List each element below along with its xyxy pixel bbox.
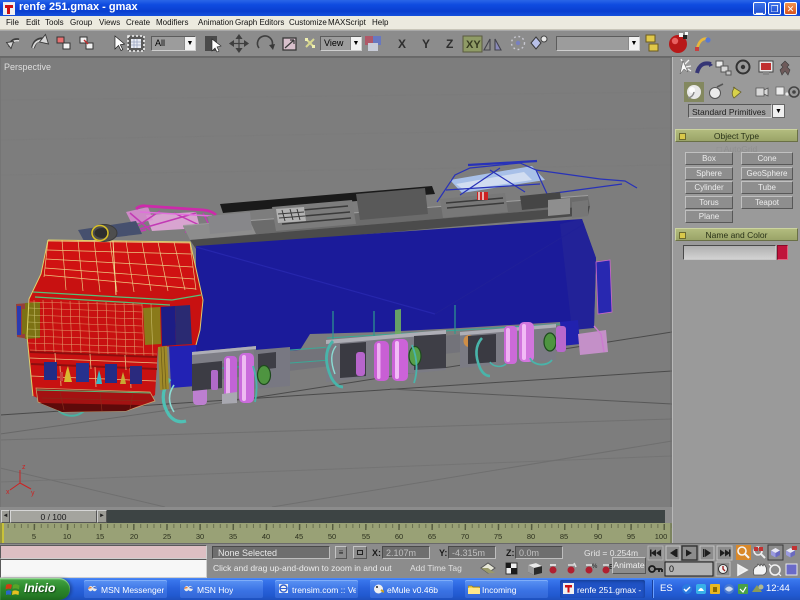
- svg-text:y: y: [31, 490, 35, 497]
- svg-text:25: 25: [163, 532, 171, 541]
- svg-text:Y: Y: [422, 37, 430, 51]
- svg-text:75: 75: [494, 532, 502, 541]
- svg-text:z: z: [22, 464, 26, 471]
- svg-text:Perspective: Perspective: [4, 62, 51, 72]
- svg-text:XY: XY: [466, 39, 481, 51]
- svg-text:5: 5: [32, 532, 36, 541]
- svg-text:0: 0: [669, 564, 674, 574]
- svg-text:E: E: [609, 564, 612, 571]
- svg-text:Z: Z: [446, 37, 453, 51]
- svg-text:40: 40: [262, 532, 270, 541]
- svg-text:80: 80: [527, 532, 535, 541]
- svg-text:15: 15: [96, 532, 104, 541]
- svg-text:50: 50: [328, 532, 336, 541]
- svg-text:30: 30: [196, 532, 204, 541]
- svg-text:X: X: [398, 37, 406, 51]
- svg-text:100: 100: [655, 532, 668, 541]
- svg-text:90: 90: [594, 532, 602, 541]
- svg-text:95: 95: [627, 532, 635, 541]
- svg-text:65: 65: [428, 532, 436, 541]
- svg-text:85: 85: [560, 532, 568, 541]
- svg-text:60: 60: [395, 532, 403, 541]
- svg-text:%: %: [592, 564, 598, 570]
- svg-text:70: 70: [461, 532, 469, 541]
- svg-text:10: 10: [63, 532, 71, 541]
- svg-text:20: 20: [130, 532, 138, 541]
- svg-text:55: 55: [362, 532, 370, 541]
- svg-text:35: 35: [229, 532, 237, 541]
- svg-text:45: 45: [295, 532, 303, 541]
- svg-text:x: x: [6, 489, 10, 496]
